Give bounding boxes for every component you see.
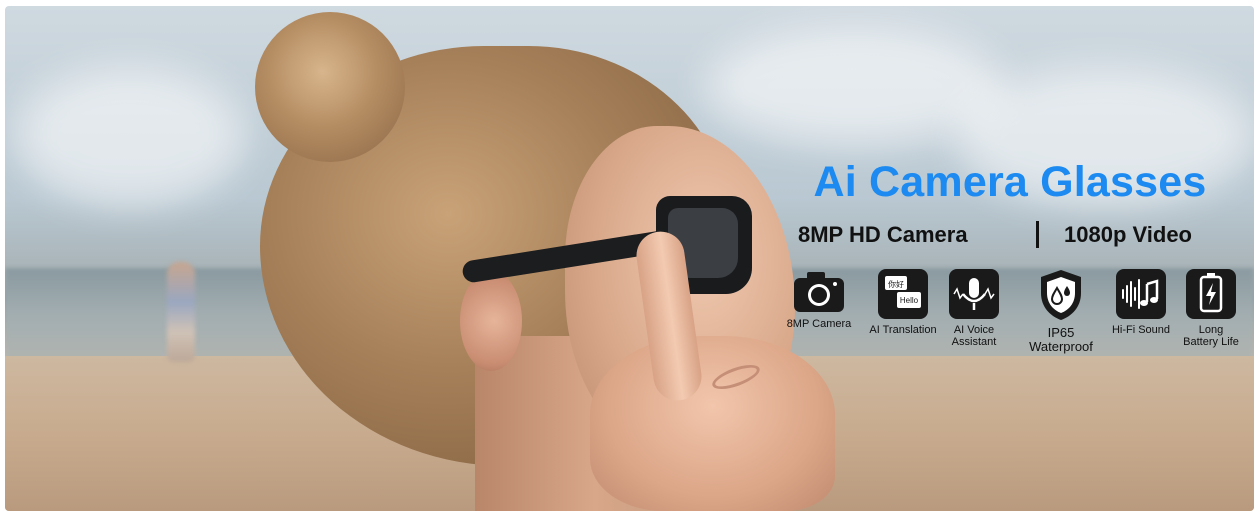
translation-icon: 你好 Hello: [878, 269, 928, 319]
camera-icon: [794, 272, 844, 312]
feature-label: Long Battery Life: [1183, 324, 1239, 348]
music-icon: [1116, 269, 1166, 319]
feature-label: IP65 Waterproof: [1029, 325, 1093, 354]
feature-battery: Long Battery Life: [1166, 268, 1256, 348]
translation-icon-english: Hello: [900, 296, 919, 305]
spec-camera: 8MP HD Camera: [798, 222, 968, 247]
battery-icon: [1186, 269, 1236, 319]
translation-icon-chinese: 你好: [888, 279, 904, 289]
feature-camera: 8MP Camera: [774, 268, 864, 330]
hair-bun: [255, 12, 405, 162]
woman-hand: [590, 336, 835, 511]
feature-voice-assistant: AI Voice Assistant: [929, 268, 1019, 348]
feature-label: 8MP Camera: [786, 318, 852, 330]
distant-person: [167, 262, 195, 362]
product-banner: [5, 6, 1254, 511]
spec-divider: [1036, 221, 1039, 248]
microphone-icon: [949, 269, 999, 319]
waterproof-shield-icon: [1041, 270, 1081, 320]
feature-waterproof: IP65 Waterproof: [1016, 268, 1106, 354]
feature-label: AI Voice Assistant: [951, 324, 997, 348]
spec-video: 1080p Video: [1064, 222, 1192, 247]
sky-cloud: [15, 66, 245, 206]
banner-title: Ai Camera Glasses: [813, 158, 1207, 206]
smart-glasses: [460, 196, 752, 294]
